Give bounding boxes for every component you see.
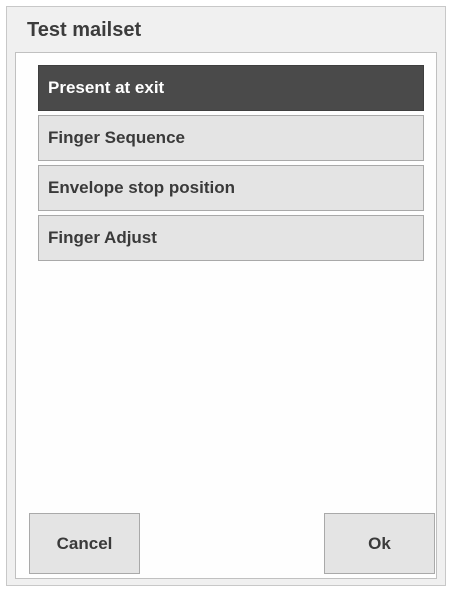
cancel-button[interactable]: Cancel xyxy=(29,513,140,574)
options-panel: Present at exit Finger Sequence Envelope… xyxy=(15,52,437,579)
option-envelope-stop-position[interactable]: Envelope stop position xyxy=(38,165,424,211)
option-finger-adjust[interactable]: Finger Adjust xyxy=(38,215,424,261)
dialog-title: Test mailset xyxy=(27,19,142,41)
option-present-at-exit[interactable]: Present at exit xyxy=(38,65,424,111)
ok-button[interactable]: Ok xyxy=(324,513,435,574)
test-mailset-dialog: Test mailset Present at exit Finger Sequ… xyxy=(6,6,446,586)
option-finger-sequence[interactable]: Finger Sequence xyxy=(38,115,424,161)
option-list: Present at exit Finger Sequence Envelope… xyxy=(38,65,424,265)
